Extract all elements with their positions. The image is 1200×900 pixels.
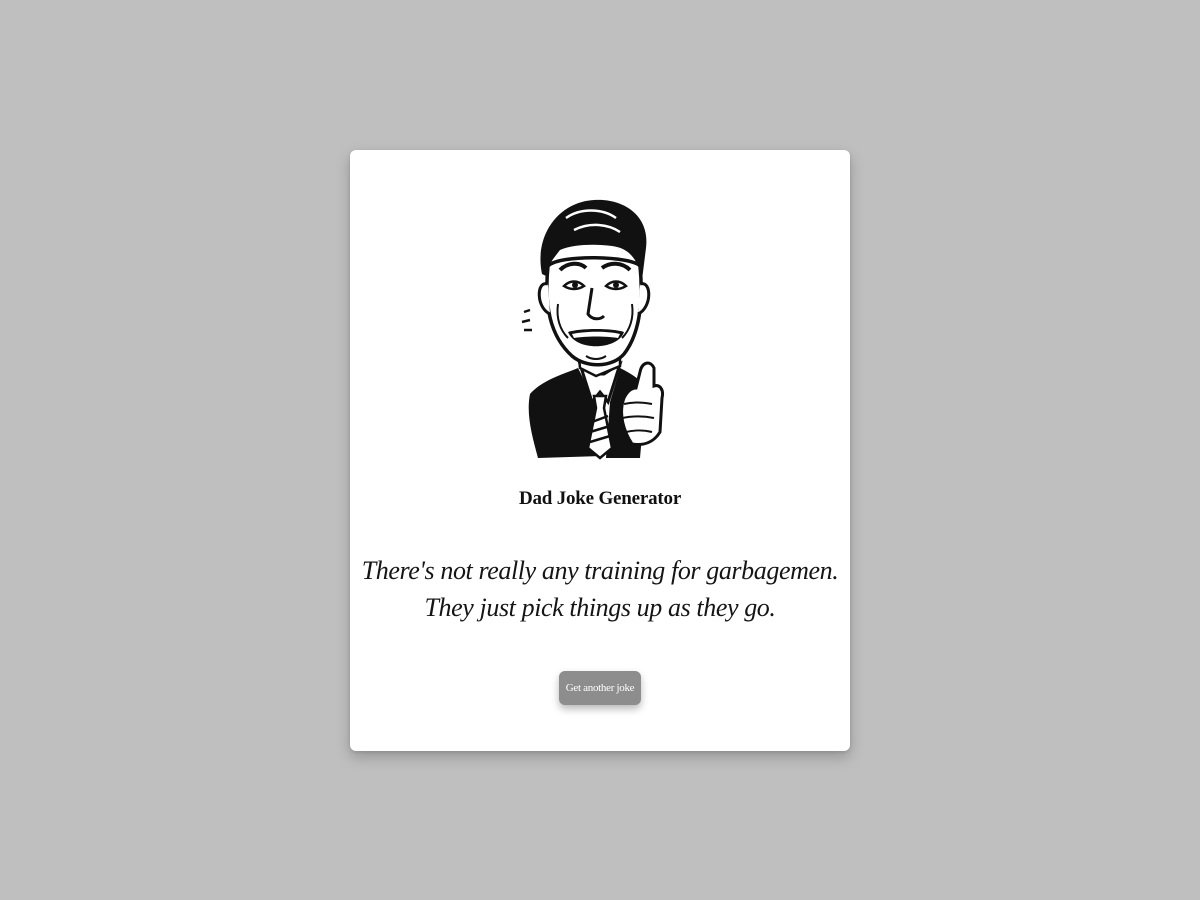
- page-title: Dad Joke Generator: [518, 488, 682, 509]
- joke-line-punchline: They just pick things up as they go.: [424, 593, 776, 622]
- joke-card: Dad Joke Generator There's not really an…: [350, 150, 850, 751]
- get-another-joke-button[interactable]: Get another joke: [559, 671, 641, 705]
- joke-text: There's not really any training for garb…: [350, 552, 850, 626]
- dad-illustration-icon: [521, 199, 664, 460]
- joke-line-setup: There's not really any training for garb…: [361, 556, 839, 585]
- page: { "app": { "title": "Dad Joke Generator"…: [0, 0, 1200, 900]
